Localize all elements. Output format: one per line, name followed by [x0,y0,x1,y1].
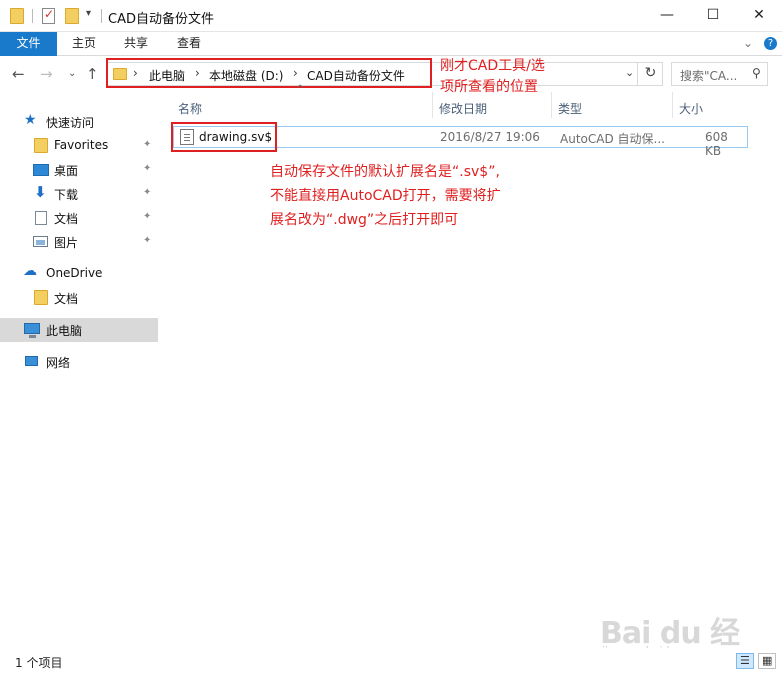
status-bar: 1 个项目 ☰ ▦ [0,648,782,674]
search-input[interactable]: 搜索"CA... ⚲ [671,62,768,86]
maximize-button[interactable]: ☐ [690,0,736,32]
pin-icon[interactable]: ✦ [143,187,151,198]
sidebar-item-documents[interactable]: 文档 ✦ [0,206,158,230]
download-icon: ⬇ [34,183,47,201]
forward-button[interactable]: → [40,65,53,83]
ribbon-tabs: 文件 主页 共享 查看 ⌄ ? [0,32,782,56]
column-header-name[interactable]: 名称 [172,92,432,118]
pin-icon[interactable]: ✦ [143,163,151,174]
annotation-line: 展名改为“.dwg”之后打开即可 [270,212,459,228]
pin-icon[interactable]: ✦ [143,211,151,222]
new-folder-icon[interactable] [65,8,79,24]
column-header-label: 修改日期 [439,102,488,116]
quick-access-dropdown-icon[interactable]: ▾ [86,8,91,19]
annotation-line: 刚才CAD工具/选 [440,58,545,74]
folder-icon [10,8,24,24]
item-count: 1 个项目 [15,656,63,670]
back-button[interactable]: ← [12,65,25,83]
column-header-size[interactable]: 大小 [673,92,749,118]
computer-icon [24,323,40,338]
help-icon[interactable]: ? [764,37,777,50]
network-icon [25,356,38,366]
sidebar-item-label: 文档 [54,292,79,306]
cloud-icon: ☁ [23,263,37,279]
up-button[interactable]: ↑ [86,65,99,83]
sidebar-item-label: 文档 [54,212,79,226]
annotation-highlight-box [106,58,432,88]
column-header-label: 类型 [558,102,583,116]
sidebar-item-label: Favorites [54,138,109,152]
documents-icon [35,211,47,225]
sidebar-item-label: 快速访问 [46,116,95,130]
toolbar-divider [32,9,33,23]
desktop-icon [33,164,49,176]
sidebar-item-downloads[interactable]: ⬇ 下载 ✦ [0,182,158,206]
star-icon: ★ [24,112,37,128]
recent-locations-icon[interactable]: ⌄ [68,68,76,79]
annotation-line: 不能直接用AutoCAD打开，需要将扩 [270,188,501,204]
details-view-button[interactable]: ☰ [736,653,754,669]
folder-icon [34,138,48,153]
sidebar-item-label: 此电脑 [46,324,83,338]
annotation-file-highlight-box [171,122,277,152]
column-header-type[interactable]: 类型 [552,92,672,118]
sidebar-item-onedrive[interactable]: ☁ OneDrive [0,262,158,286]
properties-icon[interactable] [42,7,55,24]
annotation-line: 自动保存文件的默认扩展名是“.sv$”, [270,164,500,180]
sidebar-item-favorites[interactable]: Favorites ✦ [0,134,158,158]
sidebar-item-quick-access[interactable]: ★ 快速访问 [0,110,158,134]
tab-file[interactable]: 文件 [0,32,57,56]
title-divider [101,9,102,23]
sidebar-item-pictures[interactable]: 图片 ✦ [0,230,158,254]
navigation-pane: ★ 快速访问 Favorites ✦ 桌面 ✦ ⬇ 下载 ✦ 文档 ✦ 图片 ✦… [0,92,158,648]
large-icons-view-icon: ▦ [762,654,773,667]
sidebar-item-network[interactable]: 网络 [0,350,158,374]
annotation-extension-note: 自动保存文件的默认扩展名是“.sv$”, 不能直接用AutoCAD打开，需要将扩… [270,160,501,232]
ribbon-expand-icon[interactable]: ⌄ [743,36,753,50]
close-button[interactable]: ✕ [736,0,782,32]
sidebar-item-desktop[interactable]: 桌面 ✦ [0,158,158,182]
sidebar-item-label: OneDrive [46,266,103,280]
sidebar-item-label: 下载 [54,188,79,202]
pictures-icon [33,236,48,247]
tab-home[interactable]: 主页 [58,32,110,56]
refresh-button[interactable]: ↻ [637,62,663,86]
search-placeholder: 搜索"CA... [680,69,738,83]
sidebar-item-this-pc[interactable]: 此电脑 [0,318,158,342]
pin-icon[interactable]: ✦ [143,235,151,246]
file-modified: 2016/8/27 19:06 [440,130,540,144]
file-type: AutoCAD 自动保... [560,132,665,146]
sidebar-item-label: 图片 [54,236,79,250]
details-view-icon: ☰ [740,654,750,667]
sidebar-item-label: 网络 [46,356,71,370]
sidebar-item-label: 桌面 [54,164,79,178]
column-header-label: 名称 [178,102,203,116]
tab-view[interactable]: 查看 [162,32,216,56]
column-header-modified[interactable]: 修改日期 [433,92,551,118]
minimize-button[interactable]: — [644,0,690,32]
file-size: 608 KB [705,130,728,158]
pin-icon[interactable]: ✦ [143,139,151,150]
folder-icon [34,290,48,305]
tab-share[interactable]: 共享 [110,32,162,56]
large-icons-view-button[interactable]: ▦ [758,653,776,669]
sidebar-item-onedrive-documents[interactable]: 文档 [0,286,158,310]
search-icon[interactable]: ⚲ [752,66,761,80]
window-title: CAD自动备份文件 [108,12,214,27]
address-dropdown-icon[interactable]: ⌄ [625,66,634,79]
title-bar: ▾ CAD自动备份文件 — ☐ ✕ [0,0,782,32]
column-header-label: 大小 [679,102,704,116]
